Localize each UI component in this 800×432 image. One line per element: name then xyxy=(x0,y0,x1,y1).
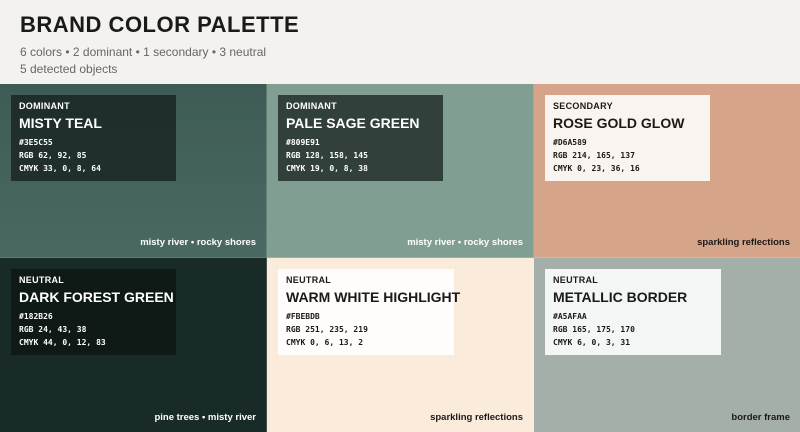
swatch-name: METALLIC BORDER xyxy=(553,289,688,305)
swatch-hex: #809E91 xyxy=(286,138,320,147)
page-title: BRAND COLOR PALETTE xyxy=(20,12,300,37)
swatch-cmyk: CMYK 0, 6, 13, 2 xyxy=(286,338,364,347)
swatch-cmyk: CMYK 44, 0, 12, 83 xyxy=(19,338,106,347)
swatch-role: SECONDARY xyxy=(553,101,613,111)
swatch-hex: #A5AFAA xyxy=(553,312,587,321)
swatch-caption: misty river • rocky shores xyxy=(407,237,523,248)
swatch-caption: pine trees • misty river xyxy=(154,412,256,423)
swatch-name: WARM WHITE HIGHLIGHT xyxy=(286,289,461,305)
swatch-caption: border frame xyxy=(731,412,790,423)
swatch-grid: DOMINANT MISTY TEAL #3E5C55 RGB 62, 92, … xyxy=(0,84,800,432)
detected-objects-count: 5 detected objects xyxy=(20,62,118,76)
swatch-warm-white-highlight[interactable]: NEUTRAL WARM WHITE HIGHLIGHT #FBEBDB RGB… xyxy=(267,258,534,432)
swatch-label-card: NEUTRAL METALLIC BORDER #A5AFAA RGB 165,… xyxy=(545,269,721,355)
swatch-name: MISTY TEAL xyxy=(19,115,102,131)
swatch-hex: #182B26 xyxy=(19,312,53,321)
swatch-hex: #D6A589 xyxy=(553,138,587,147)
swatch-role: DOMINANT xyxy=(286,101,337,111)
swatch-hex: #3E5C55 xyxy=(19,138,53,147)
swatch-role: NEUTRAL xyxy=(19,275,65,285)
swatch-cmyk: CMYK 19, 0, 8, 38 xyxy=(286,164,368,173)
swatch-hex: #FBEBDB xyxy=(286,312,320,321)
swatch-rgb: RGB 24, 43, 38 xyxy=(19,325,87,334)
swatch-caption: misty river • rocky shores xyxy=(140,237,256,248)
swatch-label-card: DOMINANT PALE SAGE GREEN #809E91 RGB 128… xyxy=(278,95,443,181)
swatch-role: DOMINANT xyxy=(19,101,70,111)
swatch-metallic-border[interactable]: NEUTRAL METALLIC BORDER #A5AFAA RGB 165,… xyxy=(534,258,800,432)
swatch-label-card: NEUTRAL DARK FOREST GREEN #182B26 RGB 24… xyxy=(11,269,176,355)
swatch-cmyk: CMYK 0, 23, 36, 16 xyxy=(553,164,640,173)
swatch-caption: sparkling reflections xyxy=(430,412,523,423)
palette-header: BRAND COLOR PALETTE 6 colors • 2 dominan… xyxy=(0,0,800,84)
swatch-cmyk: CMYK 6, 0, 3, 31 xyxy=(553,338,631,347)
swatch-rgb: RGB 214, 165, 137 xyxy=(553,151,635,160)
swatch-caption: sparkling reflections xyxy=(697,237,790,248)
swatch-rgb: RGB 128, 158, 145 xyxy=(286,151,368,160)
swatch-name: ROSE GOLD GLOW xyxy=(553,115,685,131)
swatch-rgb: RGB 251, 235, 219 xyxy=(286,325,368,334)
swatch-rose-gold-glow[interactable]: SECONDARY ROSE GOLD GLOW #D6A589 RGB 214… xyxy=(534,84,800,258)
swatch-label-card: SECONDARY ROSE GOLD GLOW #D6A589 RGB 214… xyxy=(545,95,710,181)
palette-summary: 6 colors • 2 dominant • 1 secondary • 3 … xyxy=(20,45,267,59)
swatch-rgb: RGB 165, 175, 170 xyxy=(553,325,635,334)
swatch-cmyk: CMYK 33, 0, 8, 64 xyxy=(19,164,101,173)
swatch-role: NEUTRAL xyxy=(286,275,332,285)
swatch-role: NEUTRAL xyxy=(553,275,599,285)
swatch-label-card: NEUTRAL WARM WHITE HIGHLIGHT #FBEBDB RGB… xyxy=(278,269,461,355)
swatch-pale-sage-green[interactable]: DOMINANT PALE SAGE GREEN #809E91 RGB 128… xyxy=(267,84,534,258)
swatch-dark-forest-green[interactable]: NEUTRAL DARK FOREST GREEN #182B26 RGB 24… xyxy=(0,258,267,432)
swatch-label-card: DOMINANT MISTY TEAL #3E5C55 RGB 62, 92, … xyxy=(11,95,176,181)
swatch-name: DARK FOREST GREEN xyxy=(19,289,174,305)
swatch-misty-teal[interactable]: DOMINANT MISTY TEAL #3E5C55 RGB 62, 92, … xyxy=(0,84,267,258)
swatch-name: PALE SAGE GREEN xyxy=(286,115,420,131)
swatch-rgb: RGB 62, 92, 85 xyxy=(19,151,87,160)
